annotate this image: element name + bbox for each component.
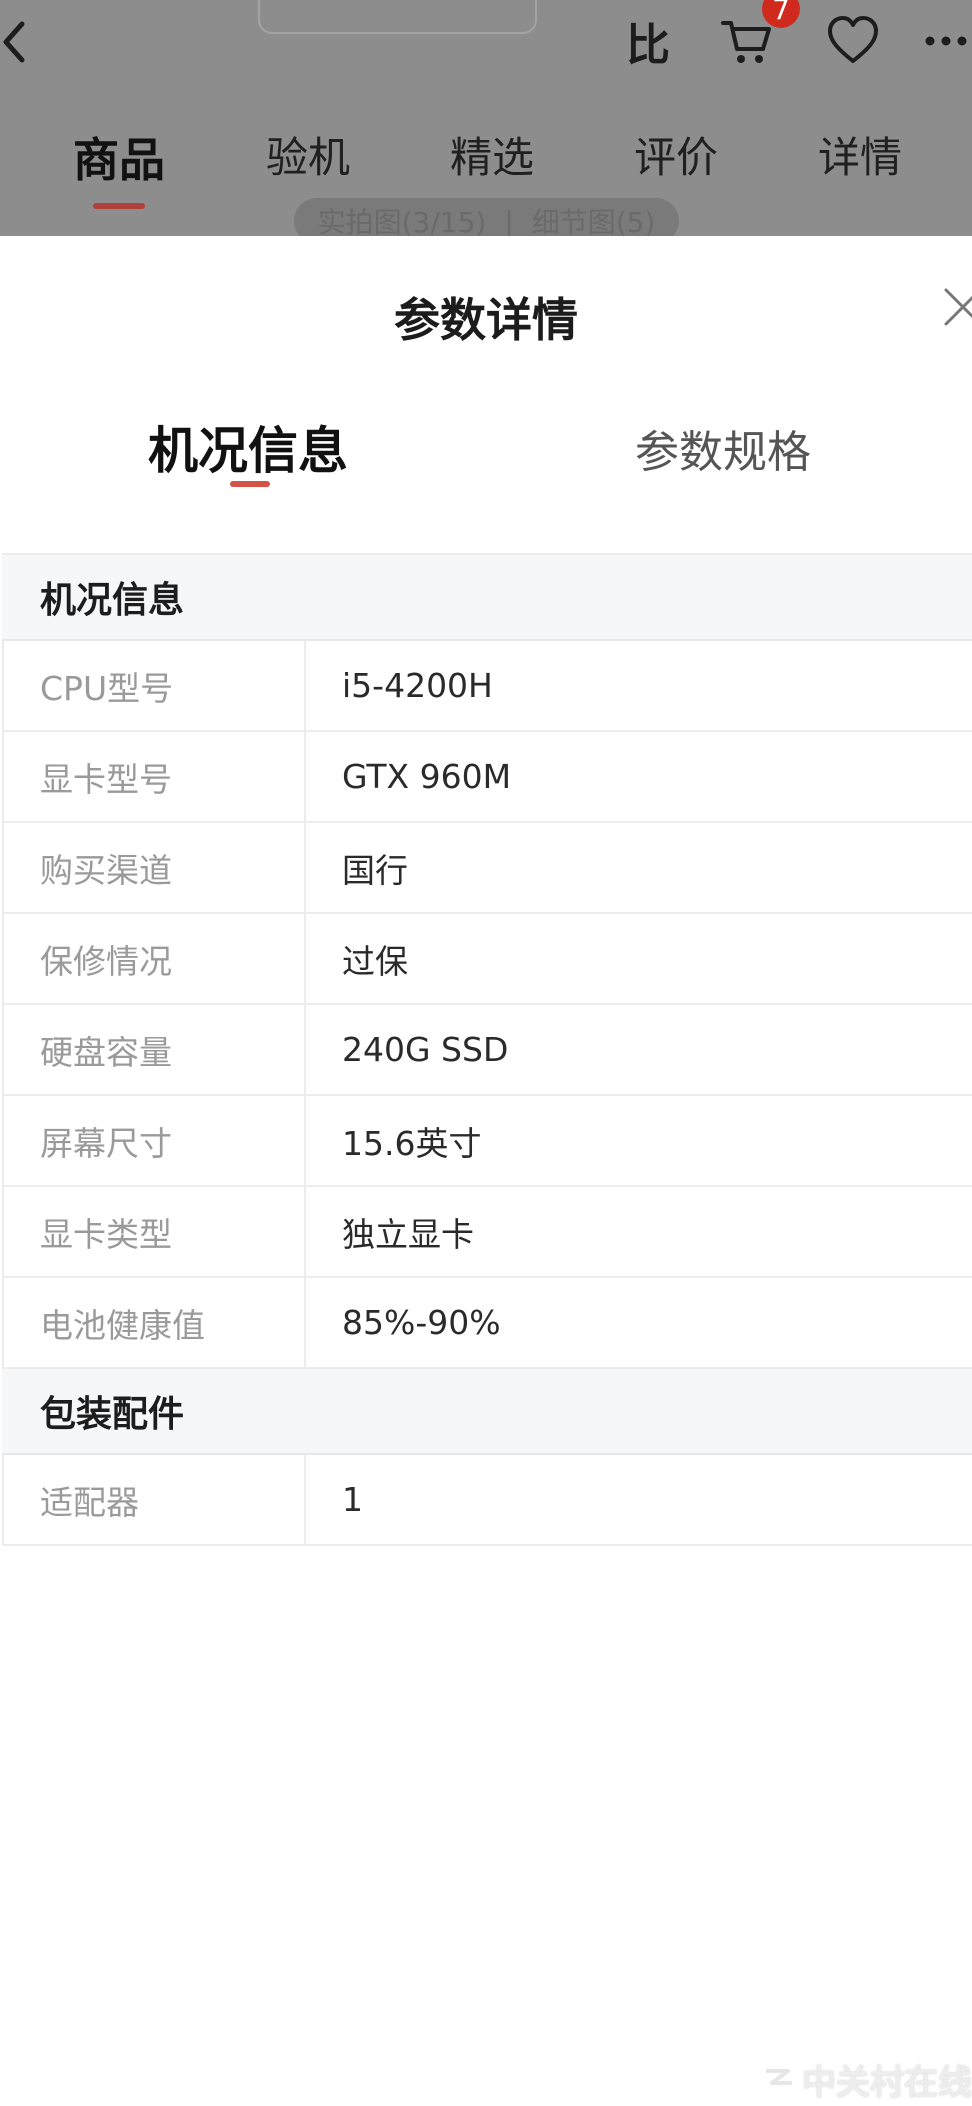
product-tabs: 商品 验机 精选 评价 详情	[0, 124, 972, 209]
watermark-text: 中关村在线	[802, 2063, 972, 2103]
row-value: 独立显卡	[342, 1214, 474, 1254]
row-label: CPU型号	[4, 641, 306, 730]
table-row: 显卡类型 独立显卡	[2, 1187, 972, 1278]
table-row: 购买渠道 国行	[2, 823, 972, 914]
row-value: GTX 960M	[342, 757, 512, 796]
compare-button[interactable]: 比	[611, 6, 681, 76]
real-photos-label: 实拍图(3/15)	[317, 206, 487, 236]
group-header-accessories: 包装配件	[2, 1369, 972, 1455]
row-value: 过保	[342, 941, 408, 981]
row-label: 屏幕尺寸	[4, 1096, 306, 1185]
group-header-condition: 机况信息	[2, 555, 972, 641]
tab-product[interactable]: 商品	[73, 124, 165, 190]
table-row: CPU型号 i5-4200H	[2, 641, 972, 732]
row-label: 硬盘容量	[4, 1005, 306, 1094]
watermark-logo-icon	[766, 2068, 792, 2085]
favorite-button[interactable]	[818, 6, 888, 76]
search-pill	[258, 0, 537, 34]
detail-photos-label: 细节图(5)	[531, 206, 656, 236]
row-value: 1	[342, 1480, 363, 1519]
row-value: 85%-90%	[342, 1303, 501, 1342]
row-label: 显卡类型	[4, 1187, 306, 1276]
table-row: 显卡型号 GTX 960M	[2, 732, 972, 823]
tab-inspection[interactable]: 验机	[266, 124, 350, 185]
row-value: i5-4200H	[342, 666, 493, 705]
more-icon	[925, 36, 967, 46]
tab-reviews[interactable]: 评价	[634, 124, 718, 185]
tab-condition-info[interactable]: 机况信息	[148, 411, 348, 483]
sheet-title: 参数详情	[394, 293, 578, 347]
photo-counter-pill[interactable]: 实拍图(3/15) | 细节图(5)	[294, 198, 679, 236]
heart-icon	[828, 16, 878, 63]
table-row: 硬盘容量 240G SSD	[2, 1005, 972, 1096]
back-button[interactable]	[0, 6, 40, 76]
tab-featured[interactable]: 精选	[450, 124, 534, 185]
row-value: 240G SSD	[342, 1030, 509, 1069]
table-row: 屏幕尺寸 15.6英寸	[2, 1096, 972, 1187]
compare-label: 比	[626, 20, 670, 71]
back-icon	[3, 21, 25, 63]
close-button[interactable]	[938, 282, 972, 332]
watermark: 中关村在线	[762, 2055, 972, 2104]
row-label: 电池健康值	[4, 1278, 306, 1367]
row-label: 保修情况	[4, 914, 306, 1003]
tab-specifications[interactable]: 参数规格	[635, 416, 811, 480]
row-label: 适配器	[4, 1455, 306, 1544]
row-value: 国行	[342, 850, 408, 890]
table-row: 电池健康值 85%-90%	[2, 1278, 972, 1369]
spec-table: 机况信息 CPU型号 i5-4200H 显卡型号 GTX 960M 购买渠道 国…	[2, 553, 972, 1546]
parameter-details-sheet: 参数详情 机况信息 参数规格 机况信息 CPU型号 i5-4200H 显卡型号 …	[0, 236, 972, 2106]
table-row: 适配器 1	[2, 1455, 972, 1546]
background-product-page: 比 7 商品 验机 精选 评价 详情 实拍图(3/15) | 细节图(5)	[0, 0, 972, 236]
active-tab-indicator	[93, 203, 145, 209]
sheet-tab-indicator	[230, 481, 270, 487]
row-value: 15.6英寸	[342, 1123, 482, 1163]
close-icon	[944, 288, 972, 326]
row-label: 显卡型号	[4, 732, 306, 821]
table-row: 保修情况 过保	[2, 914, 972, 1005]
row-label: 购买渠道	[4, 823, 306, 912]
pill-divider: |	[504, 204, 514, 237]
more-button[interactable]	[924, 6, 972, 76]
tab-details[interactable]: 详情	[818, 124, 902, 185]
